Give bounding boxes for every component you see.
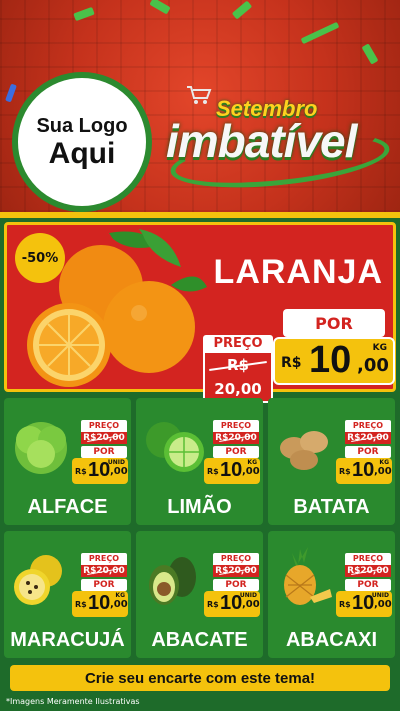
old-price: R$20,00 xyxy=(213,432,259,444)
product-name: ALFACE xyxy=(27,496,108,518)
price-integer: 10 xyxy=(309,339,352,381)
hero-preco-label: PREÇO xyxy=(203,335,273,353)
product-name: BATATA xyxy=(293,496,370,518)
price-decimal: ,00 xyxy=(374,599,392,610)
currency-symbol: R$ xyxy=(339,467,351,476)
price-decimal: ,00 xyxy=(374,466,392,477)
old-price: R$20,00 xyxy=(81,565,127,577)
old-price: R$20,00 xyxy=(345,432,391,444)
disclaimer-note: *Imagens Meramente Ilustrativas xyxy=(6,697,140,706)
lettuce-icon xyxy=(15,422,67,474)
shopping-cart-icon xyxy=(187,86,212,104)
por-label: POR xyxy=(213,446,259,458)
logo-text-line1: Sua Logo xyxy=(36,114,128,137)
product-card[interactable]: PREÇO R$20,00 POR R$ 10 ,00 UNID ABACATE xyxy=(136,531,263,658)
hero-product-name: LARANJA xyxy=(213,253,383,291)
price-unit: UNID xyxy=(107,459,125,466)
divider-stripe xyxy=(0,212,400,218)
hero-price-tag: R$ 10 ,00 KG xyxy=(273,337,395,385)
hero-old-price-box: PREÇO R$ 20,00 xyxy=(203,335,273,403)
old-price: R$20,00 xyxy=(81,432,127,444)
price-unit: KG xyxy=(379,459,389,466)
product-card[interactable]: PREÇO R$20,00 POR R$ 10 ,00 KG MARACUJÁ xyxy=(4,531,131,658)
product-name: LIMÃO xyxy=(167,496,232,518)
price-decimal: ,00 xyxy=(242,599,260,610)
price-integer: 10 xyxy=(352,459,375,481)
logo-placeholder: Sua Logo Aqui xyxy=(12,72,152,212)
currency-symbol: R$ xyxy=(339,600,351,609)
product-name: ABACAXI xyxy=(285,629,378,651)
price-decimal: ,00 xyxy=(357,355,389,376)
header-banner: Sua Logo Aqui Setembro imbatível xyxy=(0,0,400,212)
flyer-page: Sua Logo Aqui Setembro imbatível -50% LA… xyxy=(0,0,400,711)
currency-symbol: R$ xyxy=(207,600,219,609)
price-unit: UNID xyxy=(239,592,257,599)
hero-offer[interactable]: -50% LARANJA POR PREÇO R$ 20,00 R$ 10 ,0… xyxy=(4,222,396,403)
preco-label: PREÇO xyxy=(213,553,259,565)
price-tag: R$ 10 ,00 UNID xyxy=(72,458,128,484)
product-name: MARACUJÁ xyxy=(10,629,125,651)
confetti-decoration xyxy=(73,6,95,22)
price-tag: R$ 10 ,00 KG xyxy=(336,458,392,484)
por-label: POR xyxy=(213,579,259,591)
campaign-title-main: imbatível xyxy=(166,115,357,167)
price-decimal: ,00 xyxy=(110,599,128,610)
currency-symbol: R$ xyxy=(75,467,87,476)
product-card[interactable]: PREÇO R$20,00 POR R$ 10 ,00 UNID ABACAXI xyxy=(268,531,395,658)
cta-banner[interactable]: Crie seu encarte com este tema! xyxy=(10,665,390,691)
hero-old-price: R$ 20,00 xyxy=(203,353,273,403)
price-decimal: ,00 xyxy=(110,466,128,477)
preco-label: PREÇO xyxy=(345,420,391,432)
price-tag: R$ 10 ,00 KG xyxy=(72,591,128,617)
preco-label: PREÇO xyxy=(81,420,127,432)
hero-por-label: POR xyxy=(283,309,385,337)
logo-text-line2: Aqui xyxy=(48,136,116,170)
currency-symbol: R$ xyxy=(75,600,87,609)
por-label: POR xyxy=(345,579,391,591)
avocado-icon xyxy=(149,557,196,605)
potato-icon xyxy=(280,431,328,470)
confetti-decoration xyxy=(361,43,379,65)
price-tag: R$ 10 ,00 UNID xyxy=(204,591,260,617)
price-tag: R$ 10 ,00 UNID xyxy=(336,591,392,617)
por-label: POR xyxy=(81,579,127,591)
confetti-decoration xyxy=(149,0,171,15)
product-card[interactable]: PREÇO R$20,00 POR R$ 10 ,00 KG LIMÃO xyxy=(136,398,263,525)
confetti-decoration xyxy=(5,83,17,103)
passion-fruit-icon xyxy=(14,555,62,605)
currency-symbol: R$ xyxy=(207,467,219,476)
por-label: POR xyxy=(81,446,127,458)
price-decimal: ,00 xyxy=(242,466,260,477)
product-card[interactable]: PREÇO R$20,00 POR R$ 10 ,00 UNID ALFACE xyxy=(4,398,131,525)
price-unit: KG xyxy=(247,459,257,466)
preco-label: PREÇO xyxy=(345,553,391,565)
campaign-title: Setembro imbatível xyxy=(160,80,396,197)
lime-icon xyxy=(146,422,204,472)
currency-symbol: R$ xyxy=(281,355,302,371)
preco-label: PREÇO xyxy=(213,420,259,432)
confetti-decoration xyxy=(300,21,340,45)
product-name: ABACATE xyxy=(151,629,248,651)
price-unit: UNID xyxy=(371,592,389,599)
confetti-decoration xyxy=(231,0,253,20)
discount-badge: -50% xyxy=(15,233,65,283)
price-unit: KG xyxy=(372,343,387,353)
price-tag: R$ 10 ,00 KG xyxy=(204,458,260,484)
por-label: POR xyxy=(345,446,391,458)
pineapple-icon xyxy=(284,547,332,605)
product-card[interactable]: PREÇO R$20,00 POR R$ 10 ,00 KG BATATA xyxy=(268,398,395,525)
price-integer: 10 xyxy=(88,592,111,614)
preco-label: PREÇO xyxy=(81,553,127,565)
old-price: R$20,00 xyxy=(213,565,259,577)
price-unit: KG xyxy=(115,592,125,599)
old-price: R$20,00 xyxy=(345,565,391,577)
price-integer: 10 xyxy=(220,459,243,481)
